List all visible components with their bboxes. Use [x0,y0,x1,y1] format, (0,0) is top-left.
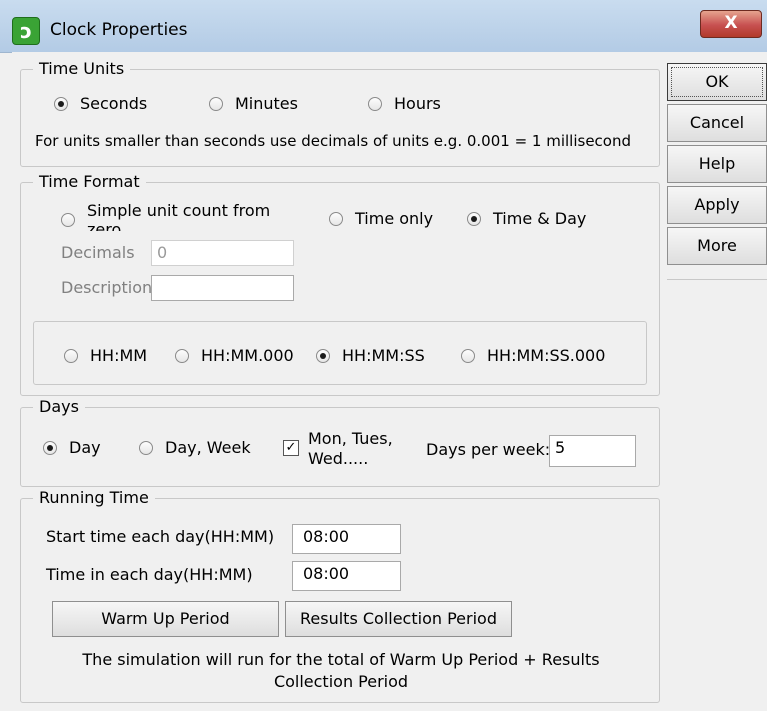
radio-hh-mm-000[interactable]: HH:MM.000 [175,346,294,365]
radio-hh-mm-000-label: HH:MM.000 [201,346,294,365]
time-units-group: Time Units Seconds Minutes Hours For uni… [20,59,660,167]
radio-hh-mm-ss-000-label: HH:MM:SS.000 [487,346,606,365]
radio-hh-mm-label: HH:MM [90,346,148,365]
mon-tues-checkbox[interactable]: ✓ [283,440,299,456]
radio-minutes-label: Minutes [235,94,298,113]
clock-format-group: HH:MM HH:MM.000 HH:MM:SS HH:MM:SS.000 [33,321,647,385]
radio-day-label: Day [69,438,101,457]
help-button[interactable]: Help [667,145,767,183]
radio-button[interactable] [43,440,57,455]
radio-hh-mm-ss-000[interactable]: HH:MM:SS.000 [461,346,605,365]
days-group: Days Day Day, Week ✓ Mon, Tues, Wed.....… [20,397,660,487]
radio-hh-mm[interactable]: HH:MM [64,346,147,365]
radio-time-and-day-label: Time & Day [493,209,587,228]
radio-simple-count-label: Simple unit count from zero [87,201,271,231]
mon-tues-label: Mon, Tues, Wed..... [308,429,393,468]
radio-hours[interactable]: Hours [368,94,441,113]
decimals-label: Decimals [61,243,135,262]
radio-button[interactable] [64,348,78,363]
start-time-label: Start time each day(HH:MM) [46,527,275,546]
radio-button[interactable] [209,96,223,111]
radio-hh-mm-ss-label: HH:MM:SS [342,346,425,365]
ok-button[interactable]: OK [667,63,767,101]
radio-button[interactable] [139,440,153,455]
radio-day-week[interactable]: Day, Week [139,438,251,457]
radio-time-only[interactable]: Time only [329,209,433,228]
apply-button[interactable]: Apply [667,186,767,224]
window-title: Clock Properties [50,20,188,40]
results-collection-period-button[interactable]: Results Collection Period [285,601,512,637]
radio-day-week-label: Day, Week [165,438,251,457]
side-buttons-divider [667,279,767,280]
time-units-hint: For units smaller than seconds use decim… [35,132,632,150]
title-bar: ↄ Clock Properties X [0,0,767,53]
app-icon: ↄ [12,17,40,45]
time-in-day-field[interactable]: 08:00 [292,561,401,591]
time-units-legend: Time Units [33,59,131,78]
running-time-note: The simulation will run for the total of… [82,650,600,691]
radio-minutes[interactable]: Minutes [209,94,298,113]
radio-time-only-label: Time only [355,209,434,228]
radio-hours-label: Hours [394,94,441,113]
more-button[interactable]: More [667,227,767,265]
radio-button[interactable] [467,211,481,226]
radio-simple-count[interactable]: Simple unit count from zero [61,201,287,231]
days-per-week-label: Days per week: [426,440,551,459]
time-in-day-label: Time in each day(HH:MM) [46,565,253,584]
radio-button[interactable] [61,213,75,227]
radio-time-and-day[interactable]: Time & Day [467,209,586,228]
radio-button[interactable] [175,348,189,363]
days-per-week-field[interactable]: 5 [549,435,636,467]
radio-button[interactable] [316,348,330,363]
radio-seconds[interactable]: Seconds [54,94,147,113]
decimals-field[interactable]: 0 [151,240,294,266]
radio-button[interactable] [54,96,68,111]
warm-up-period-button[interactable]: Warm Up Period [52,601,279,637]
description-field[interactable] [151,275,294,301]
radio-button[interactable] [368,96,382,111]
time-format-legend: Time Format [33,172,146,191]
description-label: Description [61,278,153,297]
radio-button[interactable] [329,211,343,226]
radio-day[interactable]: Day [43,438,101,457]
time-format-group: Time Format Simple unit count from zero … [20,172,660,396]
running-time-legend: Running Time [33,488,155,507]
radio-hh-mm-ss[interactable]: HH:MM:SS [316,346,425,365]
running-time-group: Running Time Start time each day(HH:MM) … [20,488,660,703]
close-button[interactable]: X [700,10,762,38]
radio-seconds-label: Seconds [80,94,148,113]
days-legend: Days [33,397,85,416]
cancel-button[interactable]: Cancel [667,104,767,142]
dialog-body: Time Units Seconds Minutes Hours For uni… [12,52,767,711]
radio-button[interactable] [461,348,475,363]
start-time-field[interactable]: 08:00 [292,524,401,554]
